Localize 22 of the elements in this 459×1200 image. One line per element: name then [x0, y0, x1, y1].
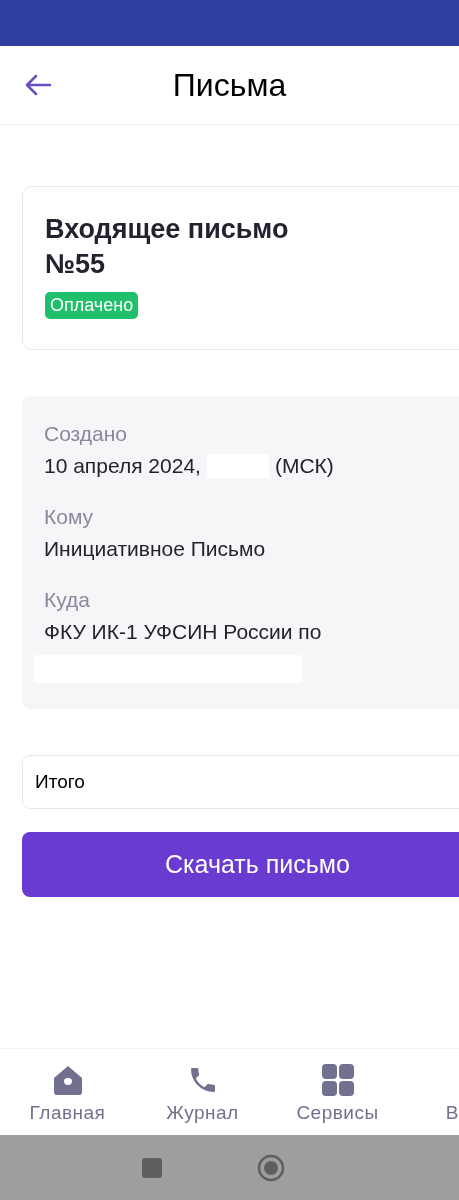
nav-item[interactable]: Главная — [0, 1049, 135, 1135]
detail-label: Куда — [44, 588, 90, 612]
detail-value: ФКУ ИК-1 УФСИН России по — [44, 620, 322, 644]
home-icon — [51, 1064, 84, 1096]
grid-icon — [321, 1064, 354, 1096]
page-title: Письма — [172, 66, 287, 104]
nav-item[interactable]: Журнал — [135, 1049, 270, 1135]
detail-value: Инициативное Письмо — [44, 537, 266, 561]
detail-value: (МСК) — [274, 454, 334, 478]
recents-icon[interactable] — [142, 1157, 162, 1178]
letter-title: Входящее письмо — [45, 213, 289, 246]
back-arrow-icon[interactable] — [24, 73, 52, 97]
download-button[interactable]: Скачать письмо — [22, 832, 459, 897]
letter-number: №55 — [45, 248, 106, 281]
total-label: Итого — [35, 771, 85, 793]
home-circle-icon[interactable] — [257, 1153, 285, 1182]
detail-label: Создано — [44, 422, 127, 446]
detail-label: Кому — [44, 505, 94, 529]
nav-item[interactable]: В — [405, 1049, 459, 1135]
nav-item[interactable]: Сервисы — [270, 1049, 405, 1135]
status-badge: Оплачено — [45, 292, 139, 319]
detail-value: 10 апреля 2024, — [44, 454, 201, 478]
